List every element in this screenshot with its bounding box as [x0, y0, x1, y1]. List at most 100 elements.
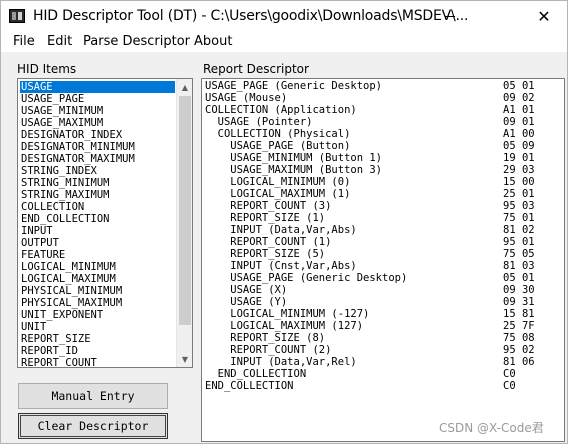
- scroll-thumb[interactable]: [179, 96, 191, 325]
- report-line-code: 09 30: [503, 284, 535, 296]
- list-item[interactable]: OUTPUT: [20, 237, 175, 249]
- list-item[interactable]: REPORT_COUNT: [20, 357, 175, 367]
- report-line-text: INPUT (Data,Var,Abs): [205, 224, 357, 236]
- watermark-text: CSDN @X-Code君: [439, 421, 544, 435]
- report-line-code: 19 01: [503, 152, 535, 164]
- menu-parse-descriptor[interactable]: Parse Descriptor: [83, 34, 190, 49]
- report-line: INPUT (Cnst,Var,Abs) 81 03: [205, 260, 560, 272]
- report-line: USAGE_MINIMUM (Button 1) 19 01: [205, 152, 560, 164]
- menu-edit[interactable]: Edit: [47, 34, 72, 49]
- report-line-text: LOGICAL_MINIMUM (-127): [205, 308, 370, 320]
- minimize-button[interactable]: [427, 1, 473, 32]
- report-line: USAGE_PAGE (Button) 05 09: [205, 140, 560, 152]
- report-line-text: END_COLLECTION: [205, 368, 307, 380]
- hid-items-list[interactable]: USAGE USAGE_PAGE USAGE_MINIMUM USAGE_MAXIMU…: [17, 78, 193, 368]
- report-line-code: 09 01: [503, 116, 535, 128]
- report-line: INPUT (Data,Var,Rel) 81 06: [205, 356, 560, 368]
- report-line-text: LOGICAL_MINIMUM (0): [205, 176, 351, 188]
- report-line-code: 25 7F: [503, 320, 535, 332]
- list-item[interactable]: DESIGNATOR_INDEX: [20, 129, 175, 141]
- clear-descriptor-button[interactable]: Clear Descriptor: [18, 413, 168, 439]
- report-line-text: USAGE (Pointer): [205, 116, 313, 128]
- report-line-code: 25 01: [503, 188, 535, 200]
- list-item[interactable]: USAGE_MAXIMUM: [20, 117, 175, 129]
- report-line-text: LOGICAL_MAXIMUM (127): [205, 320, 364, 332]
- report-line-code: C0: [503, 380, 516, 392]
- report-line-code: 09 31: [503, 296, 535, 308]
- list-item[interactable]: FEATURE: [20, 249, 175, 261]
- report-line-code: 75 08: [503, 332, 535, 344]
- list-item[interactable]: INPUT: [20, 225, 175, 237]
- list-item[interactable]: PHYSICAL_MAXIMUM: [20, 297, 175, 309]
- report-line-text: COLLECTION (Physical): [205, 128, 351, 140]
- list-item[interactable]: UNIT: [20, 321, 175, 333]
- report-line-text: USAGE (X): [205, 284, 288, 296]
- report-line-text: USAGE_PAGE (Generic Desktop): [205, 272, 408, 284]
- manual-entry-button[interactable]: Manual Entry: [18, 383, 168, 409]
- list-item[interactable]: STRING_MINIMUM: [20, 177, 175, 189]
- report-line-code: 95 01: [503, 236, 535, 248]
- report-line: USAGE (Y) 09 31: [205, 296, 560, 308]
- report-line-text: COLLECTION (Application): [205, 104, 357, 116]
- report-descriptor-view[interactable]: USAGE_PAGE (Generic Desktop) 05 01 USAGE (…: [201, 78, 565, 442]
- menu-file[interactable]: File: [13, 34, 35, 49]
- scroll-down-icon[interactable]: ▼: [177, 351, 192, 367]
- report-line-text: USAGE_MAXIMUM (Button 3): [205, 164, 383, 176]
- list-item[interactable]: STRING_MAXIMUM: [20, 189, 175, 201]
- list-item[interactable]: USAGE_MINIMUM: [20, 105, 175, 117]
- list-item[interactable]: STRING_INDEX: [20, 165, 175, 177]
- list-item[interactable]: LOGICAL_MAXIMUM: [20, 273, 175, 285]
- report-line-text: USAGE_PAGE (Button): [205, 140, 351, 152]
- report-line-code: 95 03: [503, 200, 535, 212]
- app-window: HID Descriptor Tool (DT) - C:\Users\good…: [0, 0, 568, 444]
- report-line-text: REPORT_COUNT (2): [205, 344, 332, 356]
- report-line-code: 95 02: [503, 344, 535, 356]
- report-line-text: INPUT (Data,Var,Rel): [205, 356, 357, 368]
- list-item[interactable]: REPORT_ID: [20, 345, 175, 357]
- list-item[interactable]: PHYSICAL_MINIMUM: [20, 285, 175, 297]
- list-item[interactable]: LOGICAL_MINIMUM: [20, 261, 175, 273]
- report-line: USAGE_MAXIMUM (Button 3) 29 03: [205, 164, 560, 176]
- list-item[interactable]: REPORT_SIZE: [20, 333, 175, 345]
- report-line-code: C0: [503, 368, 516, 380]
- list-item[interactable]: DESIGNATOR_MINIMUM: [20, 141, 175, 153]
- report-line-text: INPUT (Cnst,Var,Abs): [205, 260, 357, 272]
- report-line: REPORT_COUNT (2) 95 02: [205, 344, 560, 356]
- report-line: USAGE_PAGE (Generic Desktop) 05 01: [205, 272, 560, 284]
- list-item[interactable]: DESIGNATOR_MAXIMUM: [20, 153, 175, 165]
- report-line: REPORT_SIZE (5) 75 05: [205, 248, 560, 260]
- list-item[interactable]: UNIT_EXPONENT: [20, 309, 175, 321]
- hid-items-list-content: USAGE USAGE_PAGE USAGE_MINIMUM USAGE_MAXIMU…: [20, 81, 175, 367]
- report-line: USAGE_PAGE (Generic Desktop) 05 01: [205, 80, 560, 92]
- report-line: COLLECTION (Application) A1 01: [205, 104, 560, 116]
- list-item[interactable]: USAGE: [20, 81, 175, 93]
- list-item[interactable]: COLLECTION: [20, 201, 175, 213]
- report-line-code: A1 00: [503, 128, 535, 140]
- report-line: LOGICAL_MAXIMUM (1) 25 01: [205, 188, 560, 200]
- report-line: COLLECTION (Physical) A1 00: [205, 128, 560, 140]
- hid-items-label: HID Items: [17, 62, 77, 76]
- report-line-text: LOGICAL_MAXIMUM (1): [205, 188, 351, 200]
- list-item[interactable]: END_COLLECTION: [20, 213, 175, 225]
- report-line-code: 81 03: [503, 260, 535, 272]
- menu-about[interactable]: About: [194, 34, 232, 49]
- report-descriptor-label: Report Descriptor: [203, 62, 309, 76]
- report-line: REPORT_COUNT (1) 95 01: [205, 236, 560, 248]
- report-line-code: 81 06: [503, 356, 535, 368]
- close-button[interactable]: ✕: [521, 1, 567, 32]
- title-bar[interactable]: HID Descriptor Tool (DT) - C:\Users\good…: [1, 1, 567, 32]
- report-line: END_COLLECTION C0: [205, 368, 560, 380]
- hid-items-scrollbar[interactable]: ▲ ▼: [176, 79, 192, 367]
- report-line-text: REPORT_SIZE (8): [205, 332, 326, 344]
- report-line-text: END_COLLECTION: [205, 380, 294, 392]
- report-line-text: REPORT_SIZE (5): [205, 248, 326, 260]
- scroll-up-icon[interactable]: ▲: [177, 79, 192, 95]
- report-line-text: REPORT_COUNT (1): [205, 236, 332, 248]
- report-line: USAGE (Mouse) 09 02: [205, 92, 560, 104]
- minimize-icon: [445, 16, 455, 17]
- report-line-text: REPORT_SIZE (1): [205, 212, 326, 224]
- app-icon: [9, 9, 25, 23]
- list-item[interactable]: USAGE_PAGE: [20, 93, 175, 105]
- report-line: INPUT (Data,Var,Abs) 81 02: [205, 224, 560, 236]
- report-line: REPORT_SIZE (8) 75 08: [205, 332, 560, 344]
